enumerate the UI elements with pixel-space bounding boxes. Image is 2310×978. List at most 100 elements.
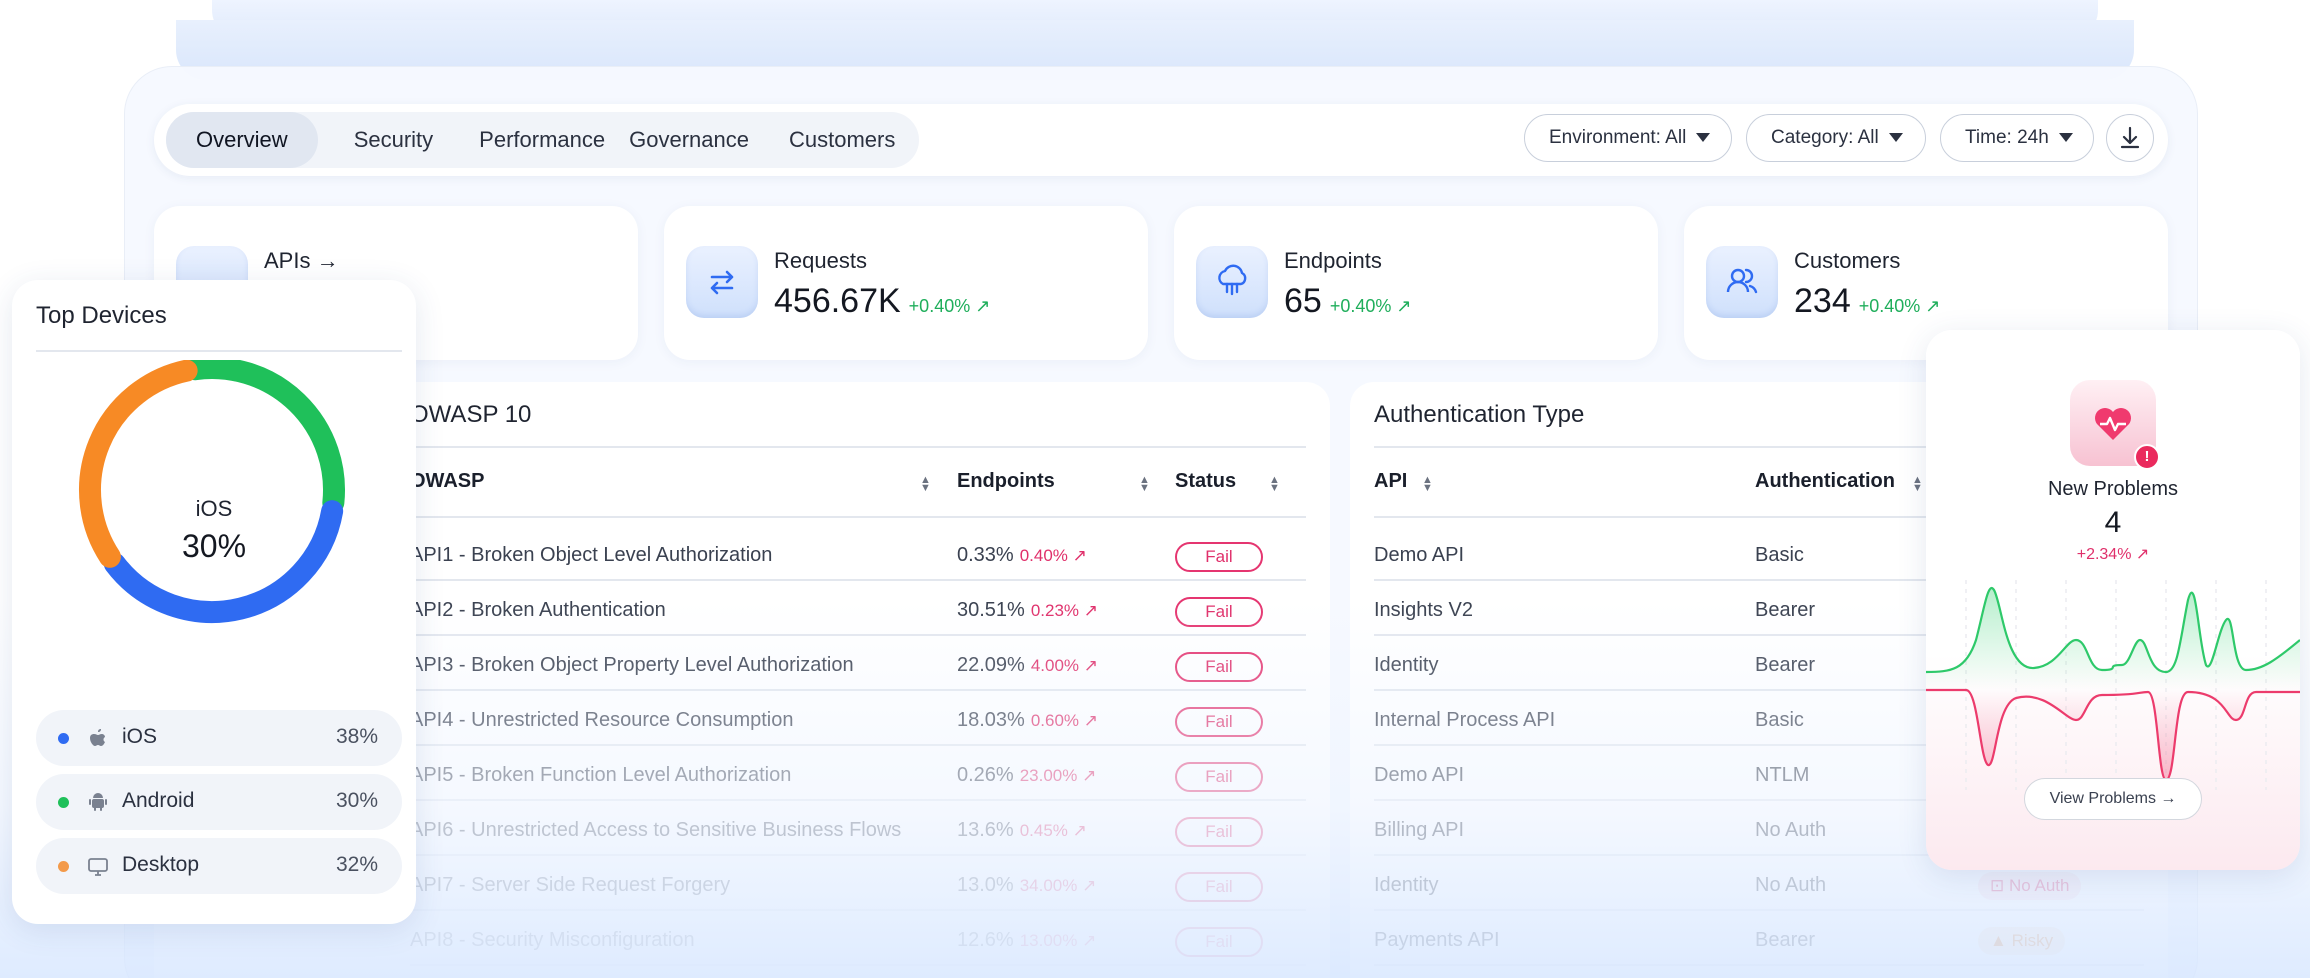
- column-label: API: [1374, 470, 1408, 492]
- sort-icon[interactable]: ▲ ▼: [1912, 475, 1923, 494]
- row-divider: [410, 909, 1306, 911]
- column-label: Endpoints: [957, 470, 1055, 492]
- device-pct: 30%: [335, 789, 378, 812]
- stat-card-requests: Requests 456.67K +0.40% ↗: [664, 206, 1148, 360]
- endpoint-change: 34.00% ↗: [1019, 876, 1097, 895]
- endpoint-change: 0.60% ↗: [1030, 711, 1099, 730]
- badge-label: Risky: [2011, 931, 2054, 950]
- view-problems-label: View Problems →: [2049, 790, 2177, 807]
- donut-center-label: iOS: [195, 496, 233, 521]
- device-pct: 32%: [335, 853, 378, 876]
- row-divider: [410, 579, 1306, 581]
- status-badge: Fail: [1175, 652, 1263, 682]
- row-divider: [410, 854, 1306, 856]
- endpoint-change: 13.00% ↗: [1019, 931, 1097, 950]
- badge-label: No Auth: [2008, 876, 2070, 895]
- status-badge: Fail: [1175, 762, 1263, 792]
- endpoint-pct: 13.0%: [957, 874, 1014, 896]
- stat-value: 65 +0.40% ↗: [1284, 282, 1411, 321]
- owasp-row-endpoints: 12.6% 13.00% ↗: [957, 929, 1096, 952]
- divider: [410, 446, 1306, 448]
- device-pct: 38%: [335, 725, 378, 748]
- owasp-row-endpoints: 30.51% 0.23% ↗: [957, 599, 1098, 622]
- owasp-row-endpoints: 13.6% 0.45% ↗: [957, 819, 1087, 842]
- sort-icon[interactable]: ▲ ▼: [1139, 475, 1150, 494]
- tab-bar: Overview Security Performance Governance…: [166, 112, 920, 168]
- device-name: iOS: [122, 725, 158, 748]
- chevron-down-icon: [1696, 133, 1711, 143]
- no-auth-badge: ⊡ No Auth: [1978, 872, 2082, 900]
- column-header-authentication[interactable]: Authentication: [1755, 470, 1895, 493]
- owasp-row-endpoints: 0.26% 23.00% ↗: [957, 764, 1096, 787]
- endpoint-pct: 13.6%: [957, 819, 1014, 841]
- tab-customers[interactable]: Customers: [769, 112, 919, 168]
- column-header-status[interactable]: Status: [1175, 470, 1236, 493]
- column-header-endpoints[interactable]: Endpoints: [957, 470, 1055, 493]
- tab-governance[interactable]: Governance: [621, 112, 769, 168]
- chevron-down-icon: [2058, 133, 2073, 143]
- endpoint-change: 23.00% ↗: [1019, 766, 1097, 785]
- problems-label: New Problems: [2047, 478, 2179, 500]
- auth-row-api: Internal Process API: [1374, 709, 1556, 731]
- auth-row-type: Bearer: [1755, 929, 1816, 951]
- endpoint-pct: 0.26%: [957, 764, 1014, 786]
- cloud-network-icon: [1196, 246, 1268, 318]
- auth-title: Authentication Type: [1374, 401, 1585, 428]
- auth-row-api: Demo API: [1374, 544, 1465, 566]
- device-row-desktop[interactable]: Desktop 32%: [36, 838, 402, 894]
- auth-row-type: No Auth: [1755, 874, 1827, 896]
- owasp-row-name: API7 - Server Side Request Forgery: [410, 874, 731, 896]
- owasp-row-name: API4 - Unrestricted Resource Consumption: [410, 709, 794, 731]
- owasp-row-endpoints: 0.33% 0.40% ↗: [957, 544, 1087, 567]
- download-button[interactable]: [2106, 114, 2154, 162]
- devices-title: Top Devices: [36, 302, 167, 329]
- sort-icon[interactable]: ▲ ▼: [1269, 475, 1280, 494]
- view-problems-button[interactable]: View Problems →: [2024, 778, 2202, 820]
- category-filter-label: Category: All: [1771, 127, 1879, 148]
- owasp-row-name: API6 - Unrestricted Access to Sensitive …: [410, 819, 902, 841]
- tab-security[interactable]: Security: [318, 112, 469, 168]
- status-badge: Fail: [1175, 707, 1263, 737]
- auth-row-api: Insights V2: [1374, 599, 1473, 621]
- sort-icon[interactable]: ▲ ▼: [1422, 475, 1433, 494]
- tab-performance[interactable]: Performance: [469, 112, 621, 168]
- column-label: Status: [1175, 470, 1237, 492]
- endpoint-pct: 0.33%: [957, 544, 1014, 566]
- stat-number: 234: [1794, 282, 1851, 320]
- column-header-owasp[interactable]: OWASP: [410, 470, 484, 493]
- environment-filter[interactable]: Environment: All: [1524, 114, 1732, 162]
- row-divider: [1374, 964, 2144, 966]
- category-filter[interactable]: Category: All: [1746, 114, 1926, 162]
- auth-row-type: No Auth: [1755, 819, 1827, 841]
- chevron-down-icon: [1888, 133, 1903, 143]
- android-icon: [89, 793, 107, 811]
- legend-dot: [58, 733, 69, 744]
- device-row-android[interactable]: Android 30%: [36, 774, 402, 830]
- users-icon: [1706, 246, 1778, 318]
- donut-segment-android[interactable]: [184, 360, 345, 514]
- time-filter[interactable]: Time: 24h: [1940, 114, 2094, 162]
- row-divider: [410, 964, 1306, 966]
- stat-change: +0.40% ↗: [908, 296, 991, 316]
- auth-row-api: Identity: [1374, 654, 1439, 676]
- device-row-ios[interactable]: iOS 38%: [36, 710, 402, 766]
- endpoint-change: 4.00% ↗: [1030, 656, 1099, 675]
- sort-icon[interactable]: ▲ ▼: [920, 475, 931, 494]
- device-name: Desktop: [122, 853, 200, 876]
- auth-row-type: Bearer: [1755, 654, 1816, 676]
- row-divider: [410, 744, 1306, 746]
- owasp-row-endpoints: 13.0% 34.00% ↗: [957, 874, 1096, 897]
- status-badge: Fail: [1175, 542, 1263, 572]
- column-header-api[interactable]: API: [1374, 470, 1407, 493]
- row-divider: [410, 634, 1306, 636]
- time-filter-label: Time: 24h: [1965, 127, 2049, 148]
- tab-overview[interactable]: Overview: [166, 112, 318, 168]
- stat-number: 456.67K: [774, 282, 901, 320]
- stat-card-endpoints: Endpoints 65 +0.40% ↗: [1174, 206, 1658, 360]
- endpoint-pct: 12.6%: [957, 929, 1014, 951]
- owasp-row-name: API1 - Broken Object Level Authorization: [410, 544, 773, 566]
- owasp-row-name: API2 - Broken Authentication: [410, 599, 666, 621]
- stat-label: Endpoints: [1284, 248, 1382, 273]
- endpoint-change: 0.23% ↗: [1030, 601, 1099, 620]
- problems-sparkline: [1926, 580, 2300, 790]
